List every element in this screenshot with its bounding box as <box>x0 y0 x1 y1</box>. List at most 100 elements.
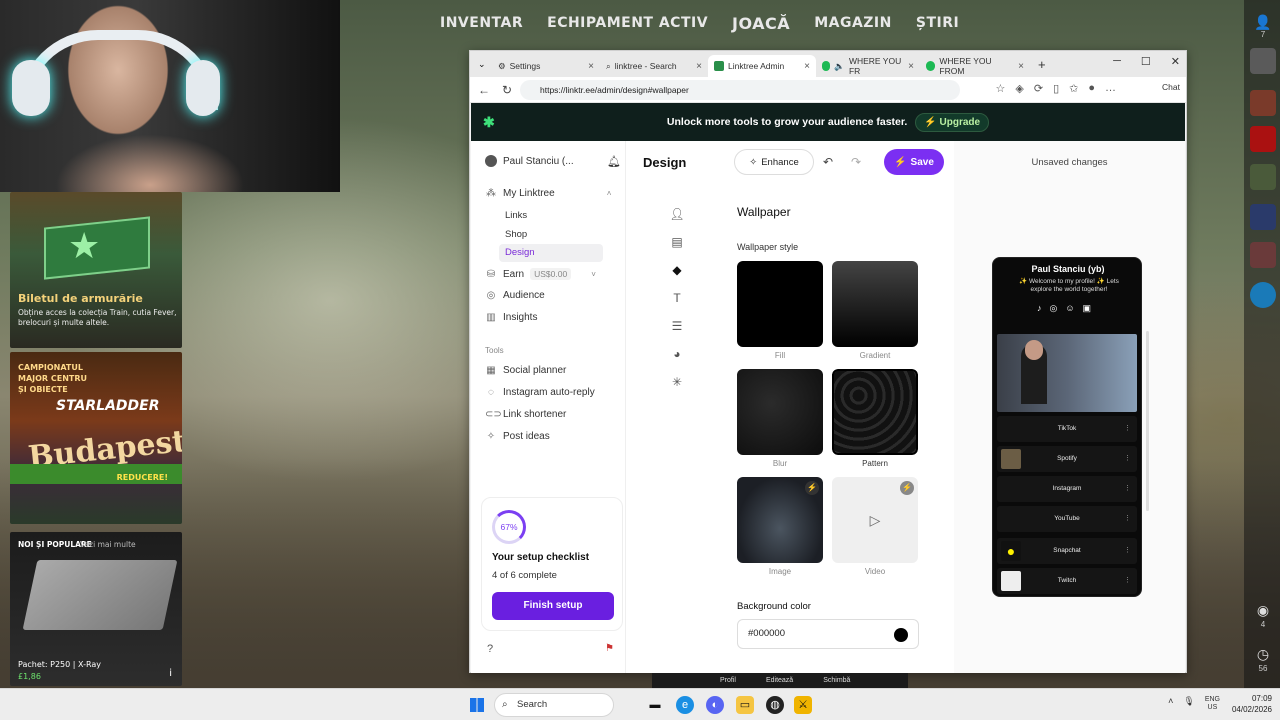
more-icon[interactable]: … <box>1105 82 1116 95</box>
layers-icon[interactable]: ◆ <box>669 263 685 291</box>
close-icon[interactable]: × <box>804 61 810 72</box>
clock-icon[interactable]: ◷ <box>1254 646 1272 663</box>
major-card[interactable]: CAMPIONATUL MAJOR CENTRU ȘI OBIECTE STAR… <box>10 352 182 524</box>
sidebar-item-social-planner[interactable]: ▦ Social planner <box>485 365 566 376</box>
windows-start-icon[interactable] <box>470 698 484 712</box>
avatar[interactable] <box>1250 48 1276 74</box>
style-video[interactable]: ▷ ⚡ <box>832 477 918 563</box>
flag-icon[interactable]: ⚑ <box>605 643 614 654</box>
profile-icon[interactable]: 👤︎ <box>669 207 685 235</box>
text-icon[interactable]: T <box>669 291 685 319</box>
minimize-icon[interactable]: ─ <box>1113 55 1121 68</box>
friends-icon[interactable]: 👤 <box>1254 14 1272 31</box>
twitch-icon[interactable]: ▣ <box>1083 303 1100 313</box>
extension-icon[interactable]: ◈ <box>1015 82 1023 95</box>
info-icon[interactable]: i <box>169 668 172 679</box>
more-icon[interactable]: ⋮ <box>1124 416 1131 442</box>
palette-icon[interactable]: ◕ <box>669 347 685 375</box>
sidebar-item-shop[interactable]: Shop <box>505 229 527 240</box>
style-fill[interactable] <box>737 261 823 347</box>
avatar[interactable] <box>1250 204 1276 230</box>
undo-icon[interactable]: ↶ <box>823 155 833 169</box>
broadcast-icon[interactable]: ◉ <box>1254 602 1272 619</box>
profile-menu-item[interactable]: Profil <box>720 673 736 688</box>
tiktok-icon[interactable]: ♪ <box>1037 303 1050 313</box>
split-icon[interactable]: ▯ <box>1053 82 1059 95</box>
more-icon[interactable]: ⋮ <box>1124 446 1131 472</box>
finish-setup-button[interactable]: Finish setup <box>492 592 614 620</box>
sidebar-item-design[interactable]: Design <box>499 244 603 262</box>
style-gradient[interactable] <box>832 261 918 347</box>
avatar[interactable] <box>1250 164 1276 190</box>
reload-icon[interactable]: ↻ <box>502 83 518 97</box>
more-icon[interactable]: ⋮ <box>1124 476 1131 502</box>
language-indicator[interactable]: ENG US <box>1205 696 1220 712</box>
close-icon[interactable]: × <box>588 61 594 72</box>
preview-link[interactable]: YouTube ⋮ <box>997 506 1137 532</box>
close-icon[interactable]: × <box>908 61 914 72</box>
see-more-link[interactable]: Vezi mai multe <box>80 540 136 549</box>
tab-settings[interactable]: ⚙ Settings × <box>492 55 600 77</box>
save-button[interactable]: ⚡ Save <box>884 149 944 175</box>
avatar[interactable] <box>1250 126 1276 152</box>
terminal-icon[interactable]: ▬ <box>646 696 664 714</box>
sidebar-item-insights[interactable]: ▥ Insights <box>485 312 537 323</box>
star-icon[interactable]: ☆ <box>996 82 1006 95</box>
mic-icon[interactable]: 🎙︎ <box>1183 696 1194 712</box>
account-switcher[interactable]: Paul Stanciu (... <box>485 155 574 167</box>
taskbar-search[interactable]: ⌕ Search <box>494 693 614 717</box>
close-icon[interactable]: × <box>696 61 702 72</box>
style-blur[interactable] <box>737 369 823 455</box>
back-icon[interactable]: ← <box>478 83 494 97</box>
new-tab-icon[interactable]: + <box>1038 57 1046 72</box>
style-image[interactable]: ⚡ <box>737 477 823 563</box>
maximize-icon[interactable]: ☐ <box>1141 55 1151 68</box>
folder-icon[interactable]: ▭ <box>736 696 754 714</box>
change-menu-item[interactable]: Schimbă <box>823 673 850 688</box>
tab-list-icon[interactable]: ⌄ <box>470 59 492 70</box>
more-icon[interactable]: ⋮ <box>1124 568 1131 594</box>
nav-news[interactable]: ȘTIRI <box>916 15 959 31</box>
sidebar-item-links[interactable]: Links <box>505 210 527 221</box>
url-field[interactable]: https://linktr.ee/admin/design#wallpaper <box>520 80 960 100</box>
help-icon[interactable]: ? <box>487 643 493 655</box>
cs2-icon[interactable]: ⚔ <box>794 696 812 714</box>
sidebar-item-earn[interactable]: ⛁ Earn US$0.00 ˅ <box>485 268 596 280</box>
enhance-button[interactable]: ✧ Enhance <box>734 149 814 175</box>
favorites-icon[interactable]: ✩ <box>1069 82 1078 95</box>
sidebar-item-instagram-auto-reply[interactable]: ◌ Instagram auto-reply <box>485 387 595 398</box>
avatar[interactable] <box>1250 90 1276 116</box>
instagram-icon[interactable]: ◎ <box>1049 303 1065 313</box>
nav-loadout[interactable]: ECHIPAMENT ACTIV <box>547 15 708 31</box>
style-pattern[interactable] <box>831 368 919 456</box>
close-window-icon[interactable]: ✕ <box>1171 55 1180 68</box>
buttons-icon[interactable]: ☰ <box>669 319 685 347</box>
more-icon[interactable]: ⋮ <box>1124 506 1131 532</box>
taskbar-clock[interactable]: 07:09 04/02/2026 <box>1232 693 1272 715</box>
edit-menu-item[interactable]: Editează <box>766 673 793 688</box>
redo-icon[interactable]: ↷ <box>851 155 861 169</box>
avatar[interactable] <box>1250 242 1276 268</box>
profile-icon[interactable]: ● <box>1088 82 1095 95</box>
preview-scrollbar[interactable] <box>1146 331 1149 511</box>
sidebar-item-my-linktree[interactable]: ⁂ My Linktree ˄ <box>485 188 611 199</box>
preview-link[interactable]: TikTok ⋮ <box>997 416 1137 442</box>
tab-linktree-admin[interactable]: Linktree Admin × <box>708 55 816 77</box>
preview-link[interactable]: Spotify ⋮ <box>997 446 1137 472</box>
edge-icon[interactable]: e <box>676 696 694 714</box>
nav-store[interactable]: MAGAZIN <box>814 15 892 31</box>
color-swatch[interactable] <box>894 628 908 642</box>
nav-play[interactable]: JOACĂ <box>732 14 790 33</box>
avatar[interactable] <box>1250 282 1276 308</box>
layout-icon[interactable]: ▤ <box>669 235 685 263</box>
preview-link[interactable]: ● Snapchat ⋮ <box>997 538 1137 564</box>
sidebar-item-link-shortener[interactable]: ⊂⊃ Link shortener <box>485 409 566 420</box>
bell-icon[interactable]: 🔔︎ <box>607 155 621 168</box>
armory-pass-card[interactable]: ★ Biletul de armurărie Obține acces la c… <box>10 192 182 348</box>
discord-icon[interactable]: ◐ <box>706 696 724 714</box>
tab-spotify-2[interactable]: WHERE YOU FROM × <box>920 55 1030 77</box>
close-icon[interactable]: × <box>1018 61 1024 72</box>
more-icon[interactable]: ⋮ <box>1124 538 1131 564</box>
copilot-chat-button[interactable]: Chat <box>1162 82 1180 92</box>
preview-link[interactable]: Twitch ⋮ <box>997 568 1137 594</box>
